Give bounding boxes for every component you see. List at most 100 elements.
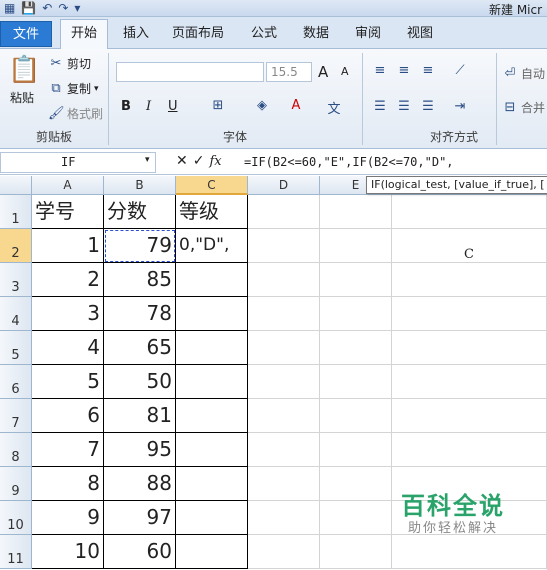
cell-b7[interactable]: 81: [104, 399, 176, 433]
empty-cell[interactable]: [248, 399, 320, 433]
empty-cell[interactable]: [320, 501, 392, 535]
formula-input[interactable]: =IF(B2<=60,"E",IF(B2<=70,"D",: [244, 152, 454, 172]
row-header-2[interactable]: 2: [0, 229, 32, 263]
empty-cell[interactable]: [248, 501, 320, 535]
cell-c1[interactable]: 等级: [176, 195, 248, 229]
cell-a11[interactable]: 10: [32, 535, 104, 569]
empty-cell[interactable]: [392, 297, 547, 331]
cell-b4[interactable]: 78: [104, 297, 176, 331]
empty-cell[interactable]: [392, 195, 547, 229]
cell-a3[interactable]: 2: [32, 263, 104, 297]
cell-a9[interactable]: 8: [32, 467, 104, 501]
tab-insert[interactable]: 插入: [116, 23, 156, 49]
empty-cell[interactable]: [392, 365, 547, 399]
tab-view[interactable]: 视图: [400, 23, 440, 49]
align-center-button[interactable]: ☰: [396, 99, 412, 114]
column-header-c[interactable]: C: [176, 176, 248, 195]
empty-cell[interactable]: [248, 195, 320, 229]
cell-b1[interactable]: 分数: [104, 195, 176, 229]
cell-b8[interactable]: 95: [104, 433, 176, 467]
align-top-button[interactable]: ≡: [372, 63, 388, 78]
tab-data[interactable]: 数据: [296, 23, 336, 49]
row-header-11[interactable]: 11: [0, 535, 32, 569]
font-color-button[interactable]: A: [288, 98, 304, 113]
cell-a2[interactable]: 1: [32, 229, 104, 263]
empty-cell[interactable]: [248, 263, 320, 297]
select-all-corner[interactable]: [0, 176, 32, 195]
cell-b10[interactable]: 97: [104, 501, 176, 535]
cell-b5[interactable]: 65: [104, 331, 176, 365]
empty-cell[interactable]: [392, 263, 547, 297]
grow-font-button[interactable]: A: [318, 63, 328, 81]
fill-color-button[interactable]: ◈: [254, 98, 270, 113]
cell-b9[interactable]: 88: [104, 467, 176, 501]
empty-cell[interactable]: [320, 467, 392, 501]
cell-b2[interactable]: 79: [104, 229, 176, 263]
empty-cell[interactable]: [248, 467, 320, 501]
row-header-6[interactable]: 6: [0, 365, 32, 399]
empty-cell[interactable]: [320, 399, 392, 433]
undo-icon[interactable]: ↶: [42, 1, 52, 16]
empty-cell[interactable]: [320, 263, 392, 297]
wrap-text-button[interactable]: ⏎ 自动: [502, 65, 545, 82]
cell-b11[interactable]: 60: [104, 535, 176, 569]
column-header-a[interactable]: A: [32, 176, 104, 195]
align-middle-button[interactable]: ≡: [396, 63, 412, 78]
row-header-7[interactable]: 7: [0, 399, 32, 433]
row-header-4[interactable]: 4: [0, 297, 32, 331]
row-header-1[interactable]: 1: [0, 195, 32, 229]
paste-button[interactable]: 📋 粘贴: [8, 55, 40, 106]
tab-home[interactable]: 开始: [60, 19, 108, 49]
orientation-button[interactable]: ⟋: [452, 63, 468, 78]
italic-button[interactable]: I: [146, 99, 151, 114]
cell-a6[interactable]: 5: [32, 365, 104, 399]
column-header-d[interactable]: D: [248, 176, 320, 195]
empty-cell[interactable]: [392, 399, 547, 433]
row-header-3[interactable]: 3: [0, 263, 32, 297]
copy-button[interactable]: ⧉ 复制 ▾: [48, 80, 98, 97]
font-name-select[interactable]: [116, 62, 264, 82]
empty-cell[interactable]: [320, 229, 392, 263]
empty-cell[interactable]: [248, 331, 320, 365]
redo-icon[interactable]: ↷: [58, 1, 68, 16]
tab-file[interactable]: 文件: [0, 21, 52, 47]
cell-b6[interactable]: 50: [104, 365, 176, 399]
cell-c10[interactable]: [176, 501, 248, 535]
bold-button[interactable]: B: [121, 99, 131, 114]
cell-a7[interactable]: 6: [32, 399, 104, 433]
shrink-font-button[interactable]: A: [341, 65, 349, 78]
underline-button[interactable]: U: [168, 99, 178, 114]
font-size-select[interactable]: 15.5: [266, 62, 312, 82]
indent-button[interactable]: ⇥: [452, 99, 468, 114]
borders-button[interactable]: ⊞: [210, 98, 226, 113]
cell-c2[interactable]: 0,"D",: [176, 229, 248, 263]
empty-cell[interactable]: [392, 331, 547, 365]
cell-a10[interactable]: 9: [32, 501, 104, 535]
cell-b3[interactable]: 85: [104, 263, 176, 297]
empty-cell[interactable]: [320, 365, 392, 399]
empty-cell[interactable]: [248, 535, 320, 569]
row-header-8[interactable]: 8: [0, 433, 32, 467]
cell-c5[interactable]: [176, 331, 248, 365]
empty-cell[interactable]: [320, 195, 392, 229]
tab-review[interactable]: 审阅: [348, 23, 388, 49]
save-icon[interactable]: 💾: [21, 1, 36, 16]
cell-c11[interactable]: [176, 535, 248, 569]
empty-cell[interactable]: [320, 297, 392, 331]
insert-function-icon[interactable]: fx: [209, 154, 221, 169]
empty-cell[interactable]: [248, 365, 320, 399]
tab-formulas[interactable]: 公式: [244, 23, 284, 49]
cut-button[interactable]: ✂ 剪切: [48, 55, 91, 72]
column-header-b[interactable]: B: [104, 176, 176, 195]
empty-cell[interactable]: [248, 229, 320, 263]
align-right-button[interactable]: ☰: [420, 99, 436, 114]
name-box[interactable]: IF: [0, 152, 156, 173]
row-header-10[interactable]: 10: [0, 501, 32, 535]
align-bottom-button[interactable]: ≡: [420, 63, 436, 78]
cell-c6[interactable]: [176, 365, 248, 399]
row-header-9[interactable]: 9: [0, 467, 32, 501]
empty-cell[interactable]: [392, 535, 547, 569]
empty-cell[interactable]: [320, 331, 392, 365]
empty-cell[interactable]: [248, 297, 320, 331]
cancel-icon[interactable]: ✕: [176, 153, 188, 169]
